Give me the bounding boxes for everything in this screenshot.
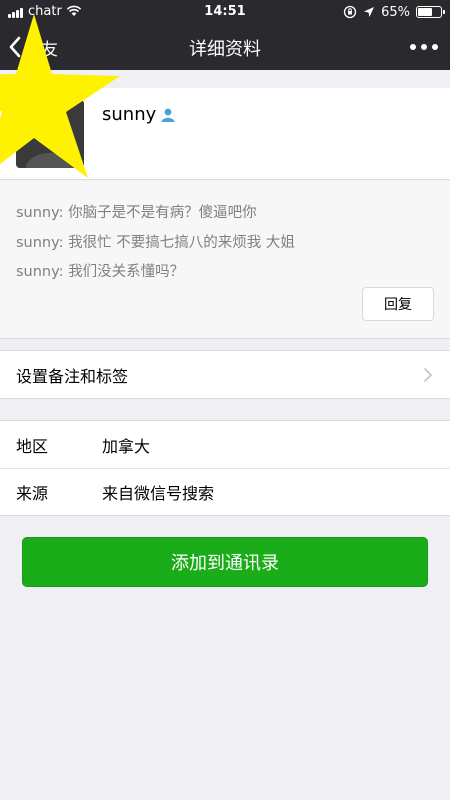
more-icon[interactable] (410, 36, 438, 58)
battery-icon (416, 6, 445, 18)
avatar-image (16, 100, 84, 168)
avatar[interactable] (16, 100, 84, 168)
status-bar: chatr 14:51 65% (0, 0, 450, 24)
navigation-bar: 朋友 详细资料 (0, 24, 450, 70)
top-bar: chatr 14:51 65% 朋友 详细资料 (0, 0, 450, 70)
greeting-message: sunny: 我们没关系懂吗？ (16, 264, 185, 280)
rotation-lock-icon (343, 5, 357, 19)
profile-card: sunny (0, 88, 450, 180)
source-row: 来源 来自微信号搜索 (0, 468, 450, 515)
region-value: 加拿大 (102, 436, 151, 456)
location-arrow-icon (364, 7, 375, 17)
info-section: 地区 加拿大 来源 来自微信号搜索 (0, 420, 450, 516)
battery-fill (418, 8, 432, 16)
person-badge-icon (161, 108, 175, 122)
status-right: 65% (343, 3, 445, 21)
greeting-messages: sunny: 你脑子是不是有病？傻逼吧你 sunny: 我很忙 不要搞七搞八的来… (0, 181, 450, 339)
region-label: 地区 (16, 436, 49, 456)
page-title: 详细资料 (189, 39, 261, 60)
nickname: sunny (102, 104, 157, 125)
set-remark-label: 设置备注和标签 (16, 366, 129, 386)
nickname-row: sunny (102, 104, 176, 125)
source-label: 来源 (16, 484, 49, 503)
add-to-contacts-button[interactable]: 添加到通讯录 (22, 537, 428, 587)
reply-button[interactable]: 回复 (362, 287, 434, 321)
set-remark-and-tags-row[interactable]: 设置备注和标签 (0, 351, 450, 398)
source-value: 来自微信号搜索 (102, 484, 215, 503)
region-row: 地区 加拿大 (0, 421, 450, 468)
remark-section: 设置备注和标签 (0, 350, 450, 399)
chevron-right-icon (424, 368, 432, 382)
battery-percent: 65% (381, 4, 410, 20)
greeting-message: sunny: 我很忙 不要搞七搞八的来烦我 大姐 (16, 235, 295, 251)
greeting-message: sunny: 你脑子是不是有病？傻逼吧你 (16, 205, 257, 221)
